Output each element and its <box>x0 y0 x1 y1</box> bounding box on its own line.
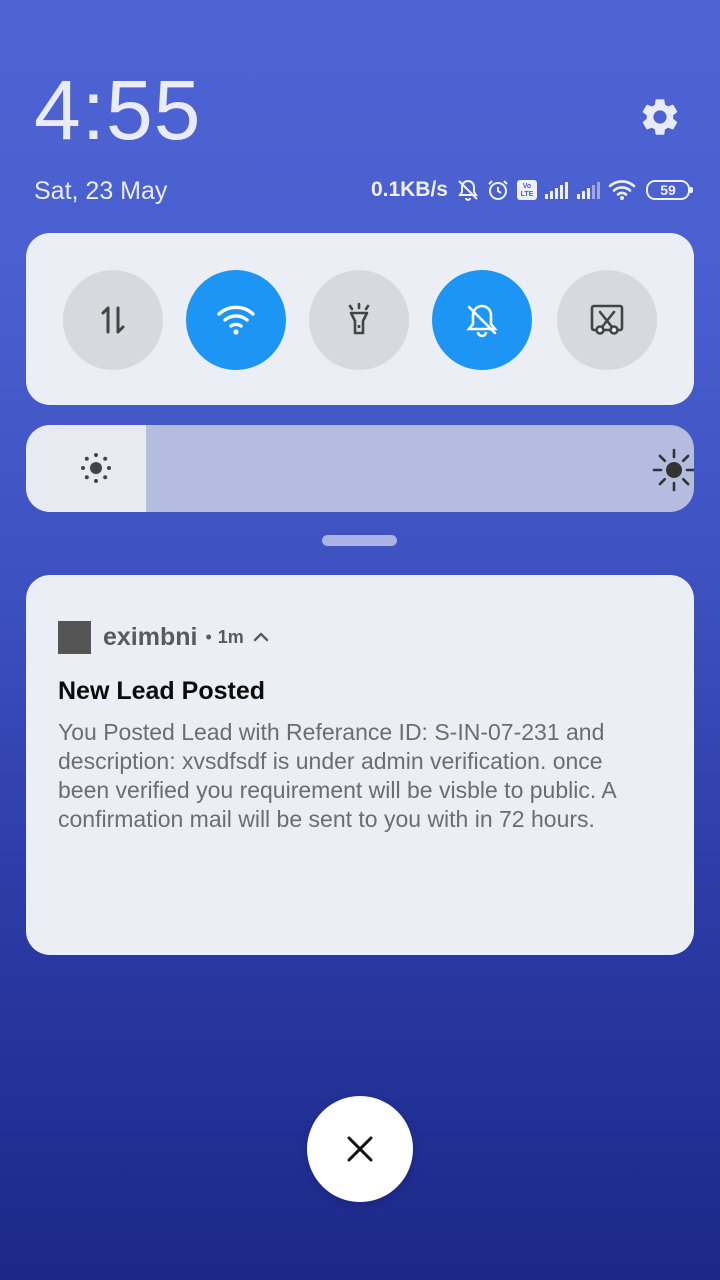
svg-text:LTE: LTE <box>521 191 534 198</box>
close-icon <box>347 1136 373 1162</box>
wifi-toggle[interactable] <box>186 270 286 370</box>
notification-body-line: been verified you requirement will be vi… <box>58 777 617 803</box>
quick-settings-panel <box>26 233 694 405</box>
data-arrows-icon <box>101 306 125 334</box>
flashlight-toggle[interactable] <box>309 270 409 370</box>
brightness-low-icon <box>81 453 111 483</box>
silent-toggle[interactable] <box>432 270 532 370</box>
app-name: eximbni <box>103 622 198 651</box>
mobile-data-toggle[interactable] <box>63 270 163 370</box>
volte-icon: Vo LTE <box>517 180 537 200</box>
scissors-icon <box>590 304 624 335</box>
notification-body-line: You Posted Lead with Referance ID: S-IN-… <box>58 719 605 745</box>
flashlight-icon <box>348 302 370 335</box>
notification-time: 1m <box>217 626 244 647</box>
signal-icon <box>545 182 568 199</box>
notification-card[interactable]: eximbni • 1m New Lead Posted You Posted … <box>26 575 694 955</box>
wifi-icon <box>608 180 636 200</box>
signal-icon <box>577 182 600 199</box>
app-icon <box>58 620 91 654</box>
clear-all-button[interactable] <box>307 1096 413 1202</box>
status-bar: 0.1KB/s Vo LTE 59 <box>370 174 693 206</box>
bell-off-icon <box>466 304 498 338</box>
drag-handle[interactable] <box>322 535 397 546</box>
chevron-up-icon[interactable] <box>252 628 270 646</box>
notification-body-line: confirmation mail will be sent to you wi… <box>58 806 595 832</box>
date[interactable]: Sat, 23 May <box>34 176 167 206</box>
separator-dot: • <box>205 626 212 647</box>
network-speed: 0.1KB/s <box>370 178 448 201</box>
gear-icon[interactable] <box>638 95 682 139</box>
svg-text:Vo: Vo <box>523 183 531 190</box>
bell-off-icon <box>458 179 478 201</box>
notification-header: eximbni • 1m <box>58 620 270 654</box>
brightness-high-icon <box>652 448 694 492</box>
alarm-icon <box>488 180 508 200</box>
notification-title: New Lead Posted <box>58 677 265 705</box>
brightness-slider[interactable] <box>26 425 694 512</box>
battery-icon: 59 <box>646 180 693 200</box>
notification-body: You Posted Lead with Referance ID: S-IN-… <box>58 718 668 834</box>
screenshot-toggle[interactable] <box>557 270 657 370</box>
clock[interactable]: 4:55 <box>34 64 202 156</box>
wifi-icon <box>217 305 255 335</box>
notification-body-line: description: xvsdfsdf is under admin ver… <box>58 748 603 774</box>
